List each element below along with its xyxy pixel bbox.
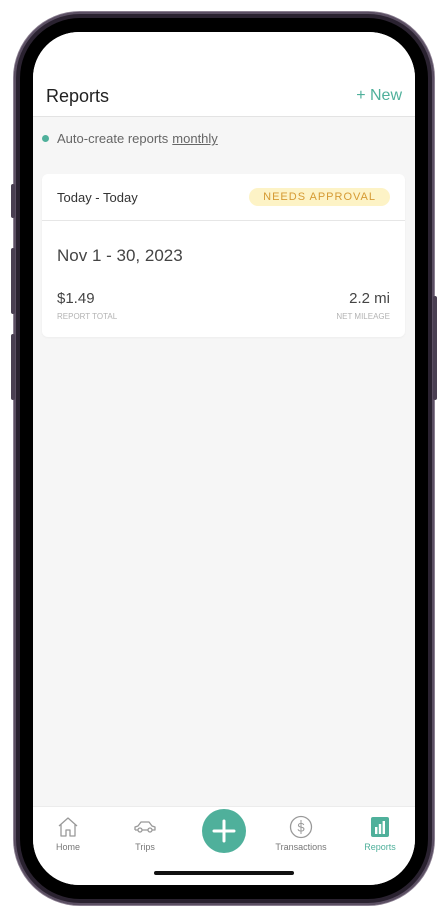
tab-reports[interactable]: Reports: [345, 815, 415, 852]
net-mileage-label: NET MILEAGE: [336, 312, 390, 321]
volume-up-button: [11, 248, 15, 314]
report-total-value: $1.49: [57, 290, 95, 307]
status-badge: NEEDS APPROVAL: [249, 188, 390, 206]
add-button[interactable]: [202, 809, 246, 853]
power-button: [433, 296, 437, 400]
home-icon: [58, 817, 78, 837]
frequency-link[interactable]: monthly: [172, 131, 218, 146]
report-range: Today - Today: [57, 190, 138, 205]
tab-home-label: Home: [55, 842, 80, 852]
tab-transactions-label: Transactions: [275, 842, 327, 852]
new-report-button[interactable]: + New: [356, 87, 402, 105]
volume-down-button: [11, 334, 15, 400]
tab-reports-label: Reports: [364, 842, 396, 852]
report-period: Nov 1 - 30, 2023: [57, 246, 183, 265]
report-card[interactable]: Today - Today NEEDS APPROVAL Nov 1 - 30,…: [42, 174, 405, 337]
tab-transactions[interactable]: S Transactions: [266, 815, 336, 852]
car-icon: [134, 821, 156, 833]
dollar-circle-icon: S: [289, 815, 313, 839]
auto-create-text: Auto-create reports: [57, 131, 169, 146]
tab-trips[interactable]: Trips: [110, 815, 180, 852]
status-dot: [42, 135, 49, 142]
action-button: [11, 184, 15, 218]
report-chart-icon: [371, 817, 389, 837]
tab-home[interactable]: Home: [33, 815, 103, 852]
report-total-label: REPORT TOTAL: [57, 312, 118, 321]
plus-icon: [212, 819, 236, 843]
auto-create-row: Auto-create reports monthly: [42, 131, 218, 146]
page-title: Reports: [46, 86, 110, 106]
net-mileage-value: 2.2 mi: [349, 290, 390, 307]
tab-trips-label: Trips: [135, 842, 155, 852]
app-screen: Reports + New Auto-create reports monthl…: [33, 32, 415, 885]
home-indicator: [154, 871, 294, 875]
report-card-header: Today - Today NEEDS APPROVAL: [42, 174, 405, 221]
